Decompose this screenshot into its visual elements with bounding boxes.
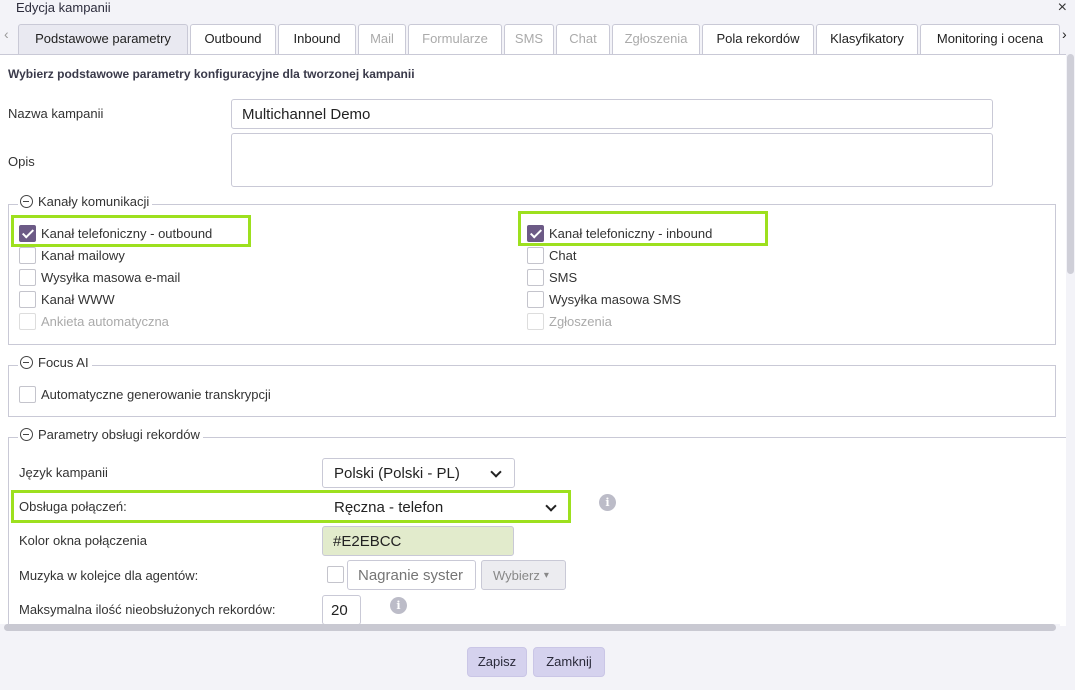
tab-formularze[interactable]: Formularze — [408, 24, 502, 54]
channel-tickets-checkbox — [527, 312, 544, 330]
channel-tickets: Zgłoszenia — [527, 311, 612, 331]
channel-www-checkbox[interactable] — [19, 290, 36, 308]
channel-auto-survey-label: Ankieta automatyczna — [41, 313, 169, 329]
tab-outbound[interactable]: Outbound — [190, 24, 276, 54]
tab-scroll-left-icon[interactable]: ‹ — [4, 26, 9, 42]
horizontal-scrollbar[interactable] — [0, 624, 1060, 632]
max-unhandled-info-icon[interactable]: i — [390, 597, 407, 614]
tab-chat[interactable]: Chat — [556, 24, 610, 54]
channel-mass-sms[interactable]: Wysyłka masowa SMS — [527, 289, 681, 309]
language-label: Język kampanii — [19, 465, 108, 480]
channels-legend[interactable]: Kanały komunikacji — [18, 194, 153, 209]
collapse-minus-icon[interactable] — [20, 195, 33, 208]
auto-transcription-checkbox[interactable] — [19, 385, 36, 403]
highlight-inbound — [518, 211, 768, 246]
channel-sms-label: SMS — [549, 269, 578, 285]
tab-zgloszenia[interactable]: Zgłoszenia — [612, 24, 700, 54]
channel-www-label: Kanał WWW — [41, 291, 115, 307]
language-select[interactable]: Polski (Polski - PL) — [322, 458, 515, 488]
channel-email[interactable]: Kanał mailowy — [19, 245, 125, 265]
form-panel: Wybierz podstawowe parametry konfiguracy… — [0, 54, 1066, 626]
collapse-minus-icon[interactable] — [20, 356, 33, 369]
channel-chat-label: Chat — [549, 247, 577, 263]
vertical-scrollbar[interactable] — [1066, 54, 1075, 626]
vertical-scrollbar-thumb[interactable] — [1067, 54, 1074, 274]
records-legend-label: Parametry obsługi rekordów — [38, 427, 200, 442]
window-color-label: Kolor okna połączenia — [19, 533, 147, 548]
channel-mass-sms-label: Wysyłka masowa SMS — [549, 291, 682, 307]
description-textarea[interactable] — [231, 133, 993, 187]
auto-transcription-label: Automatyczne generowanie transkrypcji — [41, 386, 271, 402]
tab-sms[interactable]: SMS — [504, 24, 554, 54]
save-button[interactable]: Zapisz — [467, 647, 527, 677]
channel-email-label: Kanał mailowy — [41, 247, 125, 263]
tab-mail[interactable]: Mail — [358, 24, 406, 54]
dialog-title: Edycja kampanii — [16, 0, 111, 15]
horizontal-scrollbar-thumb[interactable] — [4, 624, 1056, 631]
dialog-footer: Zapisz Zamknij — [0, 632, 1075, 690]
tab-klasyfikatory[interactable]: Klasyfikatory — [816, 24, 918, 54]
channels-legend-label: Kanały komunikacji — [38, 194, 150, 209]
tab-scroll-right-icon[interactable]: › — [1062, 26, 1067, 42]
channel-mass-email[interactable]: Wysyłka masowa e-mail — [19, 267, 180, 287]
queue-music-choose-label: Wybierz — [493, 567, 540, 583]
focus-ai-legend-label: Focus AI — [38, 355, 89, 370]
tab-inbound[interactable]: Inbound — [278, 24, 356, 54]
close-button[interactable]: Zamknij — [533, 647, 605, 677]
form-intro: Wybierz podstawowe parametry konfiguracy… — [8, 67, 415, 81]
queue-music-choose-button[interactable]: Wybierz ▾ — [481, 560, 566, 590]
queue-music-checkbox[interactable] — [327, 566, 344, 583]
channel-sms-checkbox[interactable] — [527, 268, 544, 286]
auto-transcription[interactable]: Automatyczne generowanie transkrypcji — [19, 384, 271, 404]
description-label: Opis — [8, 154, 35, 169]
channel-sms[interactable]: SMS — [527, 267, 577, 287]
window-color-input[interactable] — [322, 526, 514, 556]
queue-music-label: Muzyka w kolejce dla agentów: — [19, 568, 199, 583]
campaign-name-label: Nazwa kampanii — [8, 106, 104, 121]
tab-monitoring-i-ocena[interactable]: Monitoring i ocena — [920, 24, 1060, 54]
records-fieldset — [8, 437, 1066, 626]
max-unhandled-input[interactable] — [322, 595, 361, 625]
channel-mass-sms-checkbox[interactable] — [527, 290, 544, 308]
channel-auto-survey-checkbox — [19, 312, 36, 330]
tab-bar: ‹ Podstawowe parametry Outbound Inbound … — [0, 20, 1075, 54]
channel-www[interactable]: Kanał WWW — [19, 289, 115, 309]
caret-down-icon: ▾ — [543, 569, 549, 581]
channel-chat[interactable]: Chat — [527, 245, 576, 265]
language-value: Polski (Polski - PL) — [334, 464, 460, 482]
tab-podstawowe-parametry[interactable]: Podstawowe parametry — [18, 24, 188, 54]
max-unhandled-label: Maksymalna ilość nieobsłużonych rekordów… — [19, 602, 276, 617]
channel-tickets-label: Zgłoszenia — [549, 313, 612, 329]
chevron-down-icon — [490, 466, 502, 478]
highlight-outbound — [11, 215, 251, 247]
channel-chat-checkbox[interactable] — [527, 246, 544, 264]
records-legend[interactable]: Parametry obsługi rekordów — [18, 427, 203, 442]
highlight-call-handling — [11, 490, 571, 523]
channel-mass-email-label: Wysyłka masowa e-mail — [41, 269, 181, 285]
call-handling-info-icon[interactable]: i — [599, 494, 616, 511]
close-icon[interactable]: × — [1058, 0, 1067, 17]
channel-email-checkbox[interactable] — [19, 246, 36, 264]
channel-mass-email-checkbox[interactable] — [19, 268, 36, 286]
queue-music-input[interactable] — [347, 560, 476, 590]
focus-ai-legend[interactable]: Focus AI — [18, 355, 92, 370]
dialog-titlebar: Edycja kampanii × — [0, 0, 1075, 18]
channel-auto-survey: Ankieta automatyczna — [19, 311, 169, 331]
campaign-name-input[interactable] — [231, 99, 993, 129]
tab-pola-rekordow[interactable]: Pola rekordów — [702, 24, 814, 54]
collapse-minus-icon[interactable] — [20, 428, 33, 441]
